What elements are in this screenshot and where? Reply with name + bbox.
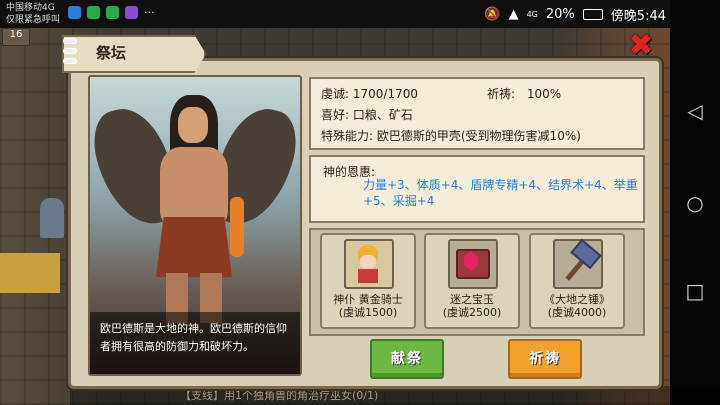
player-level-badge: 16 [2,28,30,46]
carrier-name: 中国移动4G [6,3,55,13]
prayer-label: 祈祷: [487,87,516,101]
battery-icon [582,9,603,20]
status-bar: 中国移动4G 仅限紧急呼叫 ··· 🔕 ▲ 4G 20% 傍晚5:44 [0,0,670,28]
piety-label: 虔诚: [321,87,350,101]
clock: 傍晚5:44 [610,9,666,24]
god-description: 欧巴德斯是大地的神。欧巴德斯的信仰者拥有很高的防御力和破坏力。 [90,312,300,374]
carrier-info: 中国移动4G 仅限紧急呼叫 [6,2,60,26]
item-name: 神仆 黄金骑士 [333,293,403,306]
back-icon[interactable]: ◁ [684,100,706,122]
title-tab [62,35,206,73]
mute-icon: 🔕 [484,7,501,22]
golden-knight-icon [344,239,394,289]
red-gem-icon [448,239,498,289]
emergency-only: 仅限紧急呼叫 [6,15,61,25]
pray-button[interactable]: 祈祷 [508,339,582,379]
prayer-value: 100% [526,87,562,101]
item-name: 《大地之锤》 [544,293,610,306]
counter-tile [0,253,60,293]
app-notification-icon [125,6,138,19]
home-icon[interactable]: ○ [684,192,706,214]
battery-percent: 20% [545,7,575,22]
prayer-row: 祈祷: 100% [487,85,561,102]
dialog-title: 祭坛 [96,44,127,62]
ability-row: 特殊能力: 欧巴德斯的甲壳(受到物理伤害减10%) [321,127,581,144]
piety-value: 1700/1700 [352,87,418,101]
loincloth [156,217,232,277]
notification-icons: ··· [68,6,155,19]
wechat-icon [106,6,119,19]
piety-row: 虔诚: 1700/1700 [321,85,418,102]
npc-sprite [40,198,64,238]
item-cost: (虔诚2500) [442,306,502,319]
item-name: 迷之宝玉 [450,293,494,306]
lava-arm [230,197,244,257]
wifi-icon: ▲ [508,7,519,22]
item-cost: (虔诚4000) [547,306,607,319]
binder-rings [63,38,77,68]
face [178,107,208,143]
ability-value: 欧巴德斯的甲壳(受到物理伤害减10%) [376,129,581,143]
god-stats-box: 虔诚: 1700/1700 祈祷: 100% 喜好: 口粮、矿石 特殊能力: 欧… [309,77,645,150]
offering-item-gem[interactable]: 迷之宝玉 (虔诚2500) [424,233,520,329]
network-type: 4G [526,10,538,19]
offering-item-hammer[interactable]: 《大地之锤》 (虔诚4000) [529,233,625,329]
ability-label: 特殊能力: [321,129,374,143]
item-cost: (虔诚1500) [338,306,398,319]
wechat-icon [87,6,100,19]
app-notification-icon [68,6,81,19]
god-portrait: 欧巴德斯是大地的神。欧巴德斯的信仰者拥有很高的防御力和破坏力。 [88,75,302,376]
likes-value: 口粮、矿石 [352,108,413,122]
torso [160,147,228,227]
likes-row: 喜好: 口粮、矿石 [321,106,413,123]
blessing-box: 神的恩惠: 力量+3、体质+4、盾牌专精+4、结界术+4、举重+5、采掘+4 [309,155,645,223]
close-icon[interactable]: ✖ [624,31,658,61]
offer-button[interactable]: 献祭 [370,339,444,379]
recents-icon[interactable]: □ [684,280,706,302]
hammer-icon [553,238,603,289]
navigation-bar: ◁ ○ □ [670,0,720,405]
likes-label: 喜好: [321,108,350,122]
blessing-text: 力量+3、体质+4、盾牌专精+4、结界术+4、举重+5、采掘+4 [363,178,638,208]
offering-item-golden-knight[interactable]: 神仆 黄金骑士 (虔诚1500) [320,233,416,329]
status-right: 🔕 ▲ 4G 20% 傍晚5:44 [484,5,666,24]
more-notifications-icon: ··· [144,6,155,19]
